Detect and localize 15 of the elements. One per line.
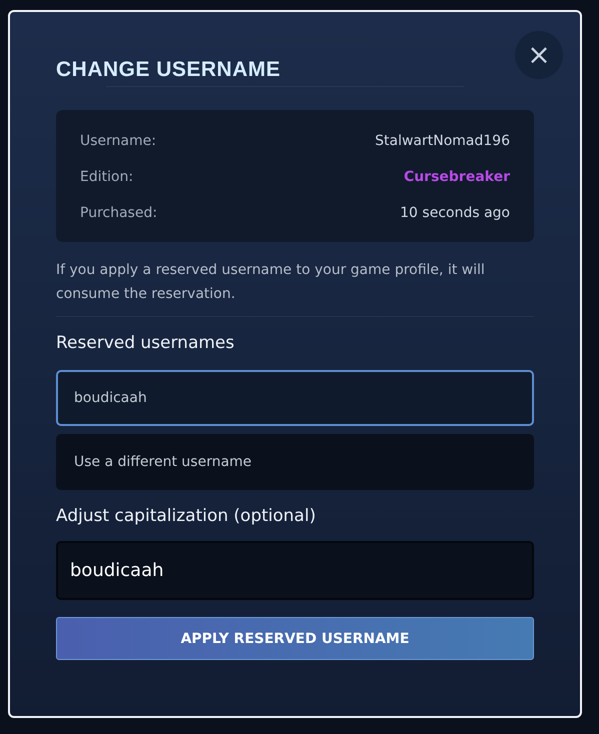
username-option[interactable]: Use a different username: [56, 434, 534, 490]
field-label: Adjust capitalization (optional): [56, 505, 317, 528]
detail-value: Cursebreaker: [404, 168, 510, 186]
detail-label: Edition:: [80, 168, 134, 186]
dialog-title: CHANGE USERNAME: [56, 58, 281, 82]
close-button[interactable]: ×: [515, 31, 563, 79]
input-field[interactable]: boudicaah: [56, 541, 534, 600]
detail-value: 10 seconds ago: [400, 204, 510, 222]
notice-text: If you apply a reserved username to your game profile, it will consume the reservation.: [56, 261, 486, 304]
username-option[interactable]: boudicaah: [56, 370, 534, 426]
detail-label: Username:: [80, 132, 156, 150]
field-label: Reserved usernames: [56, 332, 236, 355]
detail-value: StalwartNomad196: [375, 132, 510, 150]
apply-button[interactable]: APPLY RESERVED USERNAME: [56, 617, 534, 660]
detail-label: Purchased:: [80, 204, 158, 222]
